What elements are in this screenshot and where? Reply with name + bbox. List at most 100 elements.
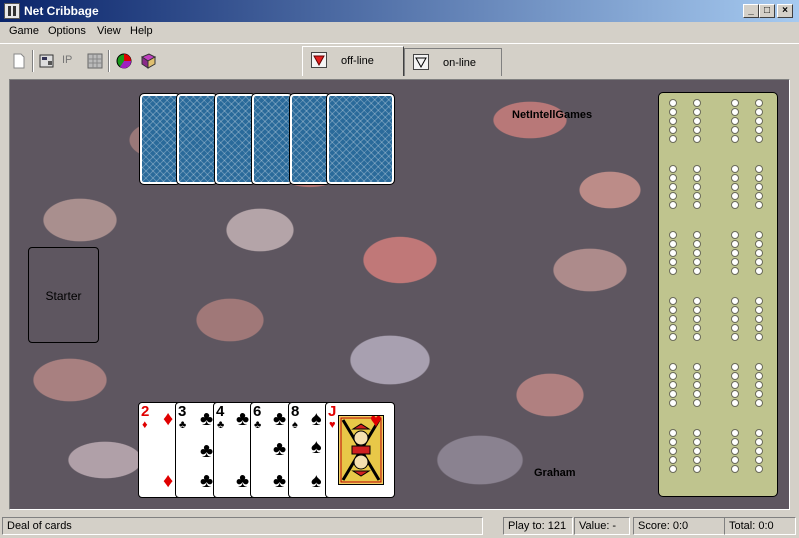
peg-hole [669, 447, 677, 455]
peg-hole [755, 201, 763, 209]
peg-hole [669, 297, 677, 305]
peg-hole [731, 363, 739, 371]
peg-hole [693, 363, 701, 371]
peg-hole [693, 429, 701, 437]
peg-hole [731, 390, 739, 398]
menu-options[interactable]: Options [48, 25, 86, 37]
peg-hole [755, 135, 763, 143]
peg-hole [731, 438, 739, 446]
peg-hole [755, 456, 763, 464]
peg-hole [731, 399, 739, 407]
peg-hole [669, 372, 677, 380]
settings-icon[interactable] [38, 52, 56, 70]
peg-hole [755, 126, 763, 134]
peg-hole [669, 306, 677, 314]
peg-hole [755, 165, 763, 173]
peg-hole [693, 174, 701, 182]
ip-icon[interactable]: IP [62, 54, 80, 72]
status-play-to: Play to: 121 [503, 517, 573, 535]
peg-hole [693, 297, 701, 305]
peg-hole [755, 381, 763, 389]
peg-hole [731, 333, 739, 341]
starter-label: Starter [45, 289, 82, 303]
tab-off-line[interactable]: off-line [302, 46, 404, 76]
opponent-card [251, 93, 293, 185]
peg-hole [693, 381, 701, 389]
peg-hole [755, 231, 763, 239]
peg-hole [731, 372, 739, 380]
close-button[interactable]: × [777, 4, 793, 18]
peg-hole [693, 249, 701, 257]
peg-hole [755, 108, 763, 116]
peg-hole [693, 231, 701, 239]
grid-icon[interactable] [86, 52, 104, 70]
peg-hole [731, 135, 739, 143]
peg-hole [731, 267, 739, 275]
peg-hole [731, 429, 739, 437]
peg-hole [731, 201, 739, 209]
player-name: Graham [534, 467, 576, 479]
spade-icon: ♠ [311, 436, 322, 458]
tab-on-line[interactable]: on-line [404, 48, 502, 76]
starter-card-slot[interactable]: Starter [28, 247, 99, 343]
peg-hole [755, 447, 763, 455]
club-icon: ♣ [200, 408, 214, 430]
opponent-card [214, 93, 256, 185]
peg-hole [693, 267, 701, 275]
peg-hole [669, 438, 677, 446]
peg-hole [731, 99, 739, 107]
card-suit: ♠ [292, 419, 298, 431]
peg-hole [731, 231, 739, 239]
peg-hole [669, 174, 677, 182]
peg-hole [731, 306, 739, 314]
peg-hole [693, 333, 701, 341]
peg-hole [693, 390, 701, 398]
peg-hole [693, 324, 701, 332]
book-icon[interactable] [139, 52, 157, 70]
peg-hole [731, 456, 739, 464]
diamond-icon: ♦ [163, 408, 174, 430]
peg-hole [669, 135, 677, 143]
minimize-button[interactable]: _ [743, 4, 759, 18]
peg-hole [731, 174, 739, 182]
peg-hole [755, 258, 763, 266]
red-triangle-icon [311, 52, 327, 68]
diamond-icon: ♦ [163, 470, 174, 492]
peg-hole [669, 333, 677, 341]
player-card-jack-hearts[interactable]: J ♥ ♥ [325, 402, 395, 498]
opponent-card [139, 93, 181, 185]
new-document-icon[interactable] [10, 52, 28, 70]
maximize-button[interactable]: □ [759, 4, 775, 18]
peg-hole [755, 174, 763, 182]
peg-hole [669, 249, 677, 257]
peg-hole [669, 165, 677, 173]
peg-hole [755, 438, 763, 446]
peg-hole [693, 240, 701, 248]
menu-view[interactable]: View [97, 25, 121, 37]
spade-icon: ♠ [311, 470, 322, 492]
menu-game[interactable]: Game [9, 25, 39, 37]
card-rank: 2 [141, 403, 150, 420]
pie-chart-icon[interactable] [115, 52, 133, 70]
peg-hole [693, 372, 701, 380]
peg-hole [731, 192, 739, 200]
peg-hole [693, 399, 701, 407]
peg-hole [669, 192, 677, 200]
peg-hole [731, 126, 739, 134]
menu-help[interactable]: Help [130, 25, 153, 37]
status-value: Value: - [574, 517, 630, 535]
peg-hole [693, 165, 701, 173]
peg-hole [693, 465, 701, 473]
peg-hole [669, 324, 677, 332]
peg-hole [755, 267, 763, 275]
peg-hole [669, 456, 677, 464]
peg-hole [755, 240, 763, 248]
peg-hole [731, 381, 739, 389]
peg-hole [669, 108, 677, 116]
peg-hole [693, 183, 701, 191]
peg-hole [755, 117, 763, 125]
peg-hole [669, 258, 677, 266]
peg-hole [731, 297, 739, 305]
peg-hole [693, 306, 701, 314]
peg-hole [731, 465, 739, 473]
